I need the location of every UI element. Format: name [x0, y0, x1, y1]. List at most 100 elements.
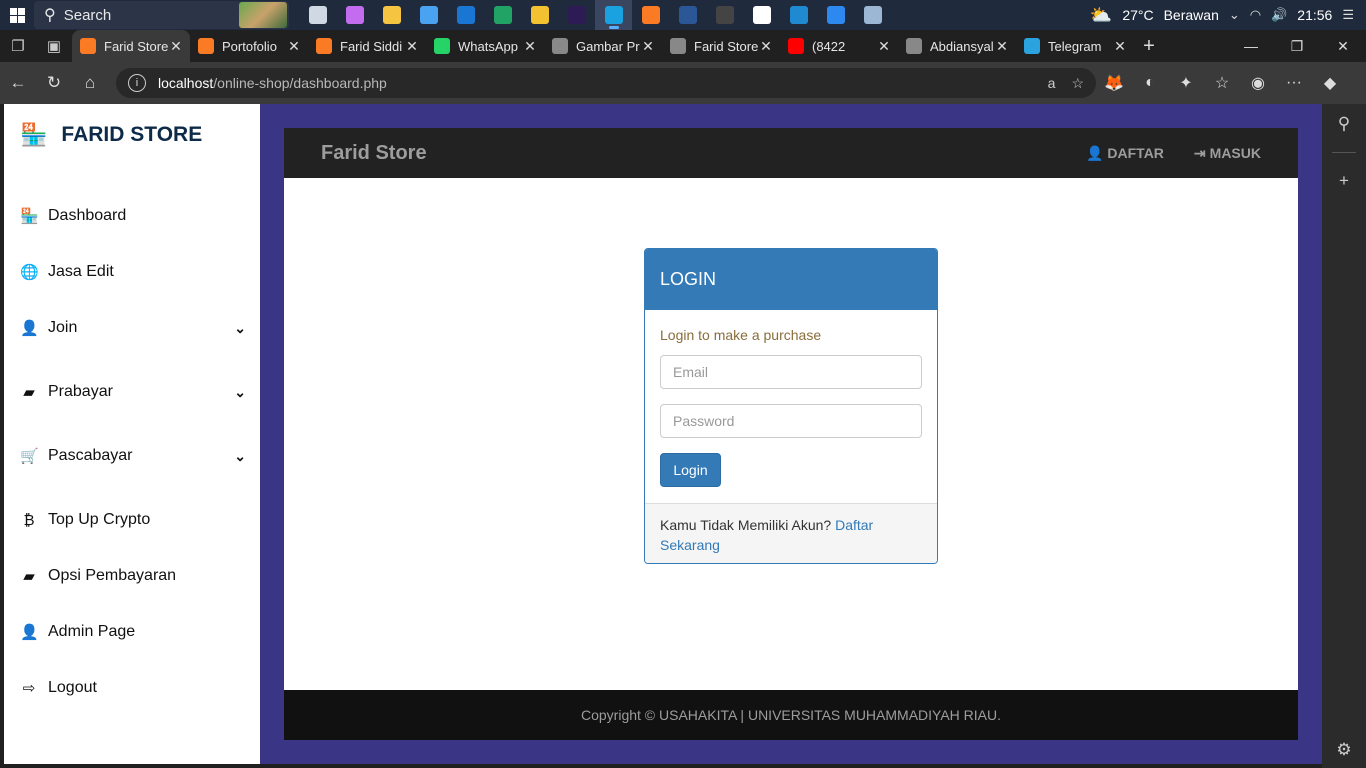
- sidebar-item-jasa-edit[interactable]: 🌐 Jasa Edit: [20, 263, 246, 281]
- navbar-brand[interactable]: Farid Store: [321, 142, 427, 165]
- password-field[interactable]: [660, 404, 922, 438]
- sidebar-item-admin-page[interactable]: 👤 Admin Page: [20, 623, 246, 641]
- taskbar-app-vscode[interactable]: [780, 0, 817, 30]
- browser-tab[interactable]: Farid Siddi ✕: [308, 30, 426, 62]
- read-aloud-icon[interactable]: a: [1048, 75, 1056, 92]
- url-field[interactable]: i localhost /online-shop/dashboard.php a…: [116, 68, 1096, 98]
- add-icon[interactable]: +: [1322, 161, 1366, 201]
- back-icon[interactable]: ←: [0, 73, 36, 93]
- sidebar-item-prabayar[interactable]: ▰ Prabayar ⌄: [20, 383, 246, 401]
- windows-taskbar: ⚲ Search ⛅ 27°C Berawan ⌄ ◠ 🔊 21:56 ☰: [0, 0, 1366, 30]
- close-tab-icon[interactable]: ✕: [522, 38, 538, 55]
- sidebar-item-dashboard[interactable]: 🏪 Dashboard: [20, 207, 246, 225]
- close-tab-icon[interactable]: ✕: [286, 38, 302, 55]
- close-tab-icon[interactable]: ✕: [404, 38, 420, 55]
- metamask-icon[interactable]: 🦊: [1096, 73, 1132, 93]
- browser-tab[interactable]: WhatsApp ✕: [426, 30, 544, 62]
- vscode-icon: [789, 6, 808, 24]
- refresh-icon[interactable]: ↻: [36, 73, 72, 93]
- close-tab-icon[interactable]: ✕: [876, 38, 892, 55]
- main-content: Farid Store 👤 DAFTAR ⇥ MASUK LOGIN Login t…: [284, 128, 1298, 740]
- login-button[interactable]: Login: [660, 453, 721, 487]
- workspaces-icon[interactable]: ❐: [0, 30, 36, 62]
- tab-actions-icon[interactable]: ▣: [36, 30, 72, 62]
- chevron-down-icon[interactable]: ⌄: [234, 384, 246, 401]
- close-window-icon[interactable]: ✕: [1320, 38, 1366, 55]
- taskbar-app-excel-charts[interactable]: [484, 0, 521, 30]
- taskbar-app-word[interactable]: [669, 0, 706, 30]
- extensions-puzzle-icon[interactable]: ✦: [1168, 73, 1204, 93]
- taskbar-app-terminal[interactable]: [706, 0, 743, 30]
- taskbar-app-task-view[interactable]: [299, 0, 336, 30]
- taskbar-app-linux[interactable]: [521, 0, 558, 30]
- minimize-icon[interactable]: —: [1228, 38, 1274, 55]
- user-shield-icon: 👤: [20, 624, 39, 641]
- volume-icon[interactable]: 🔊: [1271, 7, 1287, 23]
- search-icon[interactable]: ⚲: [1322, 104, 1366, 144]
- after-effects-icon: [567, 6, 586, 24]
- taskbar-search[interactable]: ⚲ Search: [34, 1, 289, 29]
- taskbar-app-photos[interactable]: [854, 0, 891, 30]
- store-icon: 🏪: [20, 208, 39, 225]
- taskbar-app-notion[interactable]: [743, 0, 780, 30]
- browser-tab[interactable]: Abdiansyal ✕: [898, 30, 1016, 62]
- edge-icon: [604, 6, 623, 24]
- sidebar-brand[interactable]: 🏪 FARID STORE: [20, 122, 202, 148]
- home-icon[interactable]: ⌂: [72, 73, 108, 93]
- email-field[interactable]: [660, 355, 922, 389]
- clock[interactable]: 21:56: [1297, 7, 1332, 23]
- chevron-up-icon[interactable]: ⌄: [1229, 7, 1240, 23]
- sidebar-item-join[interactable]: 👤 Join ⌄: [20, 319, 246, 337]
- taskbar-app-after-effects[interactable]: [558, 0, 595, 30]
- taskbar-app-paint[interactable]: [817, 0, 854, 30]
- browser-tab-strip: ❐ ▣ Farid Store ✕ Portofolio ✕ Farid Siddi ✕ W…: [0, 30, 1366, 62]
- browser-tab[interactable]: Gambar Pr ✕: [544, 30, 662, 62]
- close-tab-icon[interactable]: ✕: [994, 38, 1010, 55]
- taskbar-app-file-explorer[interactable]: [373, 0, 410, 30]
- browser-tab[interactable]: Portofolio ✕: [190, 30, 308, 62]
- sidebar-item-top-up-crypto[interactable]: ₿ Top Up Crypto: [20, 511, 246, 529]
- browser-tab[interactable]: Farid Store ✕: [662, 30, 780, 62]
- login-label: MASUK: [1209, 144, 1261, 161]
- extension-icon[interactable]: ◐: [1132, 74, 1168, 92]
- wifi-icon[interactable]: ◠: [1250, 7, 1261, 23]
- sidebar-item-opsi-pembayaran[interactable]: ▰ Opsi Pembayaran: [20, 567, 246, 585]
- copilot-icon[interactable]: ◆: [1312, 73, 1348, 93]
- weather-icon[interactable]: ⛅: [1090, 5, 1112, 26]
- more-menu-icon[interactable]: ···: [1276, 74, 1312, 92]
- login-link[interactable]: ⇥ MASUK: [1194, 145, 1261, 162]
- no-account-text: Kamu Tidak Memiliki Akun?: [660, 517, 832, 533]
- taskbar-app-edge[interactable]: [595, 0, 632, 30]
- close-tab-icon[interactable]: ✕: [168, 38, 184, 55]
- restore-icon[interactable]: ❐: [1274, 38, 1320, 55]
- browser-tab[interactable]: Farid Store ✕: [72, 30, 190, 62]
- favorite-star-icon[interactable]: ☆: [1071, 75, 1084, 92]
- taskbar-app-xampp[interactable]: [632, 0, 669, 30]
- tab-favicon-icon: [788, 38, 804, 54]
- start-button[interactable]: [0, 0, 34, 30]
- sidebar-item-label: Dashboard: [48, 207, 127, 224]
- profile-avatar[interactable]: ◉: [1240, 73, 1276, 93]
- sidebar-item-logout[interactable]: ⇨ Logout: [20, 679, 246, 697]
- sidebar-item-pascabayar[interactable]: 🛒 Pascabayar ⌄: [20, 447, 246, 465]
- tab-title: Farid Siddi: [340, 38, 403, 54]
- new-tab-button[interactable]: +: [1134, 35, 1164, 58]
- browser-tab[interactable]: (8422 ✕: [780, 30, 898, 62]
- notification-icon[interactable]: ☰: [1342, 7, 1354, 23]
- browser-tab[interactable]: Telegram ✕: [1016, 30, 1134, 62]
- close-tab-icon[interactable]: ✕: [758, 38, 774, 55]
- chevron-down-icon[interactable]: ⌄: [234, 448, 246, 465]
- settings-gear-icon[interactable]: ⚙: [1322, 740, 1366, 760]
- favorites-icon[interactable]: ☆: [1204, 73, 1240, 93]
- taskbar-app-outlook[interactable]: [447, 0, 484, 30]
- site-info-icon[interactable]: i: [128, 74, 146, 92]
- chevron-down-icon[interactable]: ⌄: [234, 320, 246, 337]
- close-tab-icon[interactable]: ✕: [1112, 38, 1128, 55]
- close-tab-icon[interactable]: ✕: [640, 38, 656, 55]
- sidebar-item-label: Admin Page: [48, 623, 136, 640]
- sidebar-item-label: Opsi Pembayaran: [48, 567, 177, 584]
- taskbar-search-label: Search: [63, 6, 112, 24]
- taskbar-app-copilot[interactable]: [336, 0, 373, 30]
- register-link[interactable]: 👤 DAFTAR: [1086, 145, 1164, 162]
- taskbar-app-microsoft-store[interactable]: [410, 0, 447, 30]
